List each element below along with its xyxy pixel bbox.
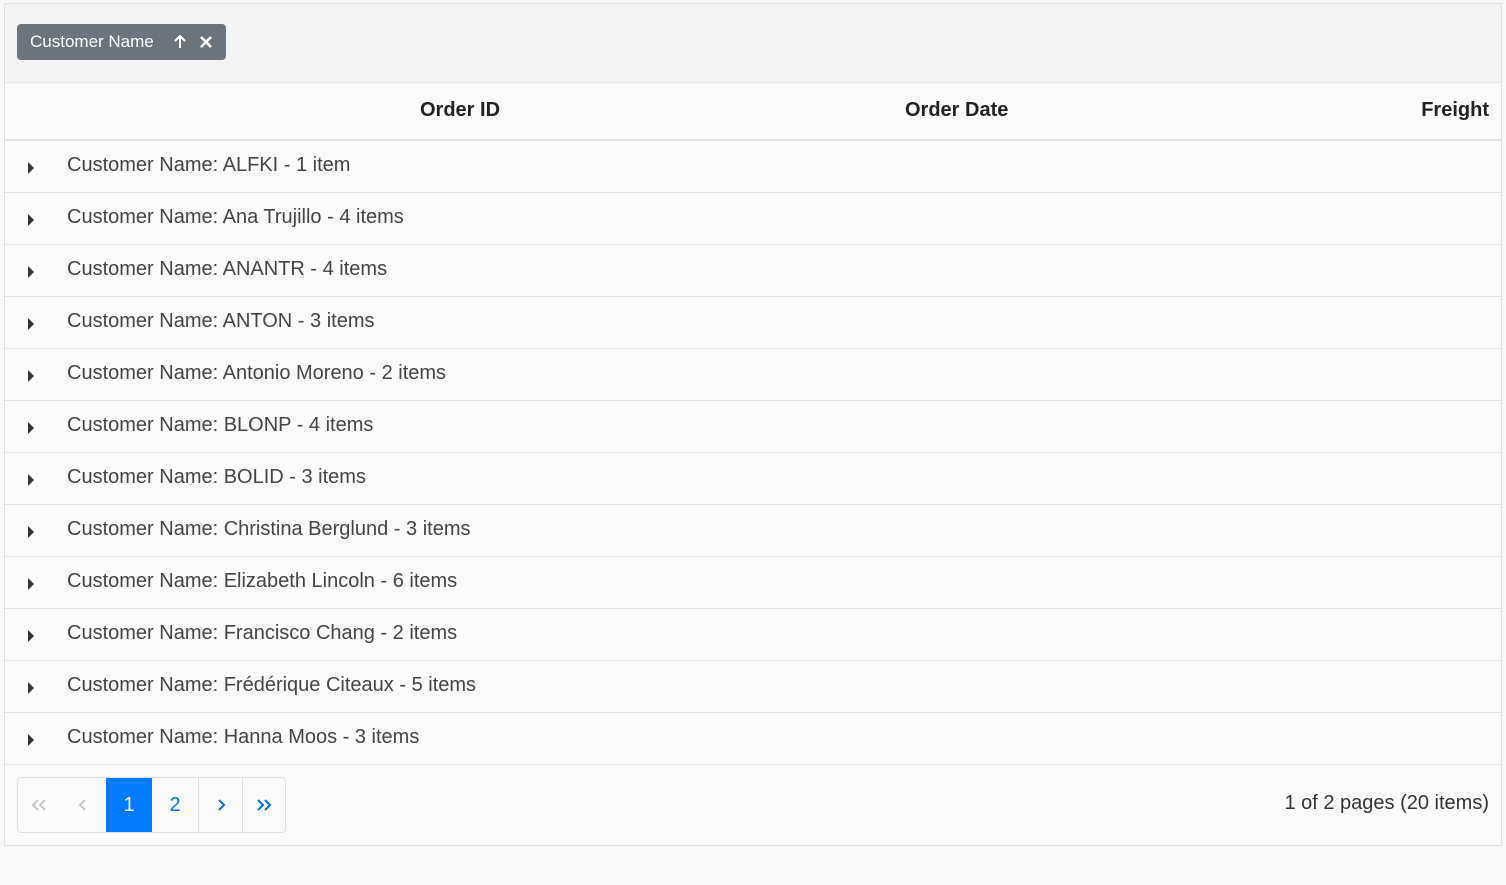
group-row[interactable]: Customer Name: Ana Trujillo - 4 items — [5, 193, 1501, 245]
column-header-order-date[interactable]: Order Date — [905, 99, 1008, 122]
arrow-up-icon[interactable] — [172, 34, 188, 50]
group-row-label: Customer Name: BLONP - 4 items — [67, 414, 374, 436]
group-row[interactable]: Customer Name: BLONP - 4 items — [5, 401, 1501, 453]
pager-info: 1 of 2 pages (20 items) — [1284, 792, 1489, 814]
caret-right-icon[interactable] — [26, 419, 36, 435]
pager: 1 2 — [17, 777, 286, 833]
caret-right-icon[interactable] — [26, 679, 36, 695]
group-row[interactable]: Customer Name: Hanna Moos - 3 items — [5, 713, 1501, 765]
group-panel: Customer Name — [5, 4, 1501, 83]
page-button-1[interactable]: 1 — [106, 778, 152, 832]
close-icon[interactable] — [198, 34, 214, 50]
caret-right-icon[interactable] — [26, 263, 36, 279]
previous-page-button[interactable] — [60, 778, 106, 832]
group-row[interactable]: Customer Name: ANTON - 3 items — [5, 297, 1501, 349]
group-row-label: Customer Name: ANTON - 3 items — [67, 310, 375, 332]
caret-right-icon[interactable] — [26, 627, 36, 643]
group-chip-label: Customer Name — [30, 32, 154, 51]
group-row-label: Customer Name: Christina Berglund - 3 it… — [67, 518, 471, 540]
page-button-2[interactable]: 2 — [152, 778, 198, 832]
group-row-label: Customer Name: Francisco Chang - 2 items — [67, 622, 458, 644]
next-page-button[interactable] — [198, 778, 242, 832]
group-row-label: Customer Name: ANANTR - 4 items — [67, 258, 388, 280]
column-header-order-id[interactable]: Order ID — [420, 99, 500, 122]
caret-right-icon[interactable] — [26, 211, 36, 227]
group-row[interactable]: Customer Name: Antonio Moreno - 2 items — [5, 349, 1501, 401]
group-row[interactable]: Customer Name: Christina Berglund - 3 it… — [5, 505, 1501, 557]
chevron-left-icon — [78, 799, 86, 811]
caret-right-icon[interactable] — [26, 315, 36, 331]
group-row-label: Customer Name: Frédérique Citeaux - 5 it… — [67, 674, 477, 696]
group-chip-customer-name[interactable]: Customer Name — [17, 24, 226, 60]
group-row[interactable]: Customer Name: ANANTR - 4 items — [5, 245, 1501, 297]
group-row[interactable]: Customer Name: Frédérique Citeaux - 5 it… — [5, 661, 1501, 713]
group-row[interactable]: Customer Name: ALFKI - 1 item — [5, 141, 1501, 193]
group-row-label: Customer Name: Elizabeth Lincoln - 6 ite… — [67, 570, 458, 592]
group-row[interactable]: Customer Name: BOLID - 3 items — [5, 453, 1501, 505]
double-chevron-right-icon — [257, 799, 272, 811]
last-page-button[interactable] — [242, 778, 285, 832]
chevron-right-icon — [217, 799, 225, 811]
group-row-label: Customer Name: Antonio Moreno - 2 items — [67, 362, 447, 384]
caret-right-icon[interactable] — [26, 575, 36, 591]
double-chevron-left-icon — [31, 799, 46, 811]
caret-right-icon[interactable] — [26, 731, 36, 747]
caret-right-icon[interactable] — [26, 523, 36, 539]
first-page-button[interactable] — [18, 778, 60, 832]
pager-bar: 1 2 1 of 2 pages (20 items) — [5, 765, 1501, 849]
group-row-label: Customer Name: ALFKI - 1 item — [67, 154, 351, 176]
group-row[interactable]: Customer Name: Francisco Chang - 2 items — [5, 609, 1501, 661]
data-grid: Customer Name Order ID Order Date Freigh… — [4, 3, 1502, 846]
caret-right-icon[interactable] — [26, 471, 36, 487]
caret-right-icon[interactable] — [26, 367, 36, 383]
group-rows: Customer Name: ALFKI - 1 item Customer N… — [5, 141, 1501, 765]
group-row-label: Customer Name: Ana Trujillo - 4 items — [67, 206, 404, 228]
group-row[interactable]: Customer Name: Elizabeth Lincoln - 6 ite… — [5, 557, 1501, 609]
column-header-freight[interactable]: Freight — [1421, 99, 1489, 122]
caret-right-icon[interactable] — [26, 159, 36, 175]
group-row-label: Customer Name: BOLID - 3 items — [67, 466, 366, 488]
group-row-label: Customer Name: Hanna Moos - 3 items — [67, 726, 420, 748]
grid-header: Order ID Order Date Freight — [5, 83, 1501, 141]
